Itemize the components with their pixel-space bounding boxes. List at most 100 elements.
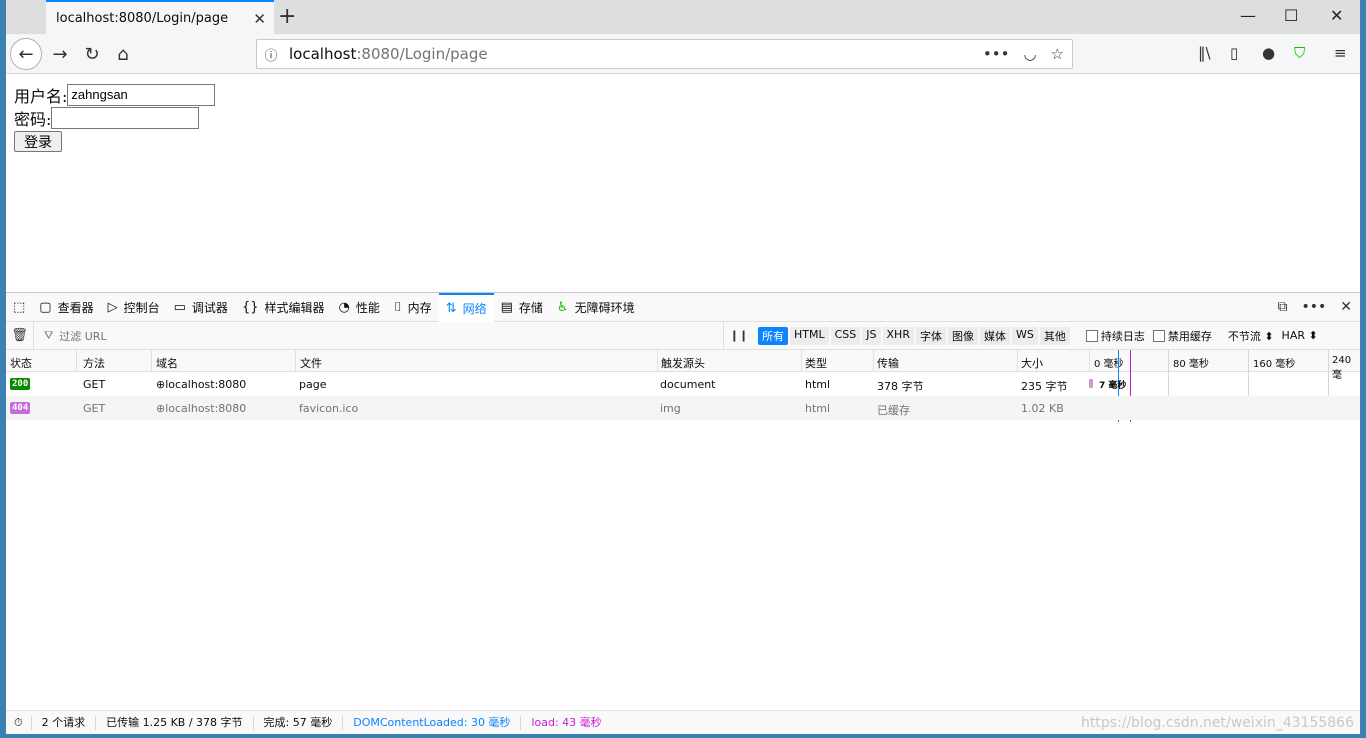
col-transferred[interactable]: 传输: [877, 355, 899, 371]
waterfall-label: 160 毫秒: [1253, 359, 1296, 370]
style-editor-icon: {}: [241, 299, 259, 315]
tab-memory[interactable]: ⌷ 内存: [387, 293, 439, 322]
network-icon: ⇅: [445, 300, 457, 316]
pause-icon[interactable]: ❙❙: [724, 329, 754, 342]
devtools-panel: ⬚ ▢ 查看器 ▷ 控制台 ▭ 调试器 {} 样式编辑器 ◔ 性能 ⌷ 内存 ⇅ 网络 ▤ 存储…: [6, 292, 1360, 734]
filter-all-button[interactable]: 所有: [758, 326, 788, 345]
browser-tab[interactable]: localhost:8080/Login/page ✕: [46, 0, 274, 34]
tab-network[interactable]: ⇅ 网络: [438, 292, 494, 322]
debugger-icon: ▭: [173, 299, 186, 315]
transferred-summary: 已传输 1.25 KB / 378 字节: [96, 715, 254, 730]
waterfall-label: 0 毫秒: [1094, 359, 1124, 370]
tab-console[interactable]: ▷ 控制台: [101, 293, 167, 322]
home-icon[interactable]: ⌂: [109, 40, 137, 68]
col-method[interactable]: 方法: [83, 355, 105, 371]
throttle-select[interactable]: 不节流 ⬍: [1228, 328, 1274, 344]
devtools-toolbar: ⬚ ▢ 查看器 ▷ 控制台 ▭ 调试器 {} 样式编辑器 ◔ 性能 ⌷ 内存 ⇅ 网络 ▤ 存储…: [6, 292, 1360, 322]
filter-js-button[interactable]: JS: [862, 326, 881, 345]
inspector-icon: ▢: [39, 299, 52, 315]
url-bar[interactable]: ⓘ localhost:8080/Login/page ••• ◡ ☆: [256, 39, 1073, 69]
filter-image-button[interactable]: 图像: [947, 326, 978, 345]
password-label: 密码:: [14, 109, 52, 129]
waterfall-label: 80 毫秒: [1173, 359, 1209, 370]
col-status[interactable]: 状态: [10, 355, 32, 371]
page-actions-icon[interactable]: •••: [983, 45, 1010, 63]
tab-performance[interactable]: ◔ 性能: [332, 293, 387, 322]
maximize-icon[interactable]: ☐: [1284, 6, 1298, 25]
col-file[interactable]: 文件: [300, 355, 322, 371]
username-row: 用户名:: [14, 83, 1352, 106]
domain-cell: ⊕localhost:8080: [156, 402, 247, 415]
type-filters: 所有 HTML CSS JS XHR 字体 图像 媒体 WS 其他: [758, 326, 1070, 345]
account-icon[interactable]: ●: [1262, 44, 1275, 62]
tab-inspector[interactable]: ▢ 查看器: [32, 293, 100, 322]
cause-cell: img: [660, 402, 681, 415]
network-toolbar: 🗑 ⛛ 过滤 URL ❙❙ 所有 HTML CSS JS XHR 字体 图像 媒…: [6, 321, 1360, 350]
filter-font-button[interactable]: 字体: [915, 326, 946, 345]
watermark-text: https://blog.csdn.net/weixin_43155866: [1080, 715, 1354, 731]
close-tab-icon[interactable]: ✕: [253, 10, 266, 28]
site-info-icon[interactable]: ⓘ: [257, 45, 285, 64]
stopwatch-icon[interactable]: ⏱: [6, 715, 32, 730]
col-type[interactable]: 类型: [805, 355, 827, 371]
filter-html-button[interactable]: HTML: [790, 326, 829, 345]
clear-trash-icon[interactable]: 🗑: [6, 321, 34, 350]
password-row: 密码:: [14, 106, 1352, 129]
filter-media-button[interactable]: 媒体: [979, 326, 1010, 345]
network-table: 状态 方法 域名 文件 触发源头 类型 传输 大小 0 毫秒 80 毫秒 160…: [6, 350, 1360, 422]
filter-icon: ⛛: [44, 328, 54, 342]
accessibility-icon: ♿: [556, 299, 569, 315]
filter-css-button[interactable]: CSS: [830, 326, 861, 345]
col-domain[interactable]: 域名: [156, 355, 178, 371]
tab-storage[interactable]: ▤ 存储: [494, 293, 550, 322]
password-input[interactable]: [51, 106, 200, 129]
username-label: 用户名:: [14, 86, 68, 106]
reload-icon[interactable]: ↻: [78, 40, 106, 68]
type-cell: html: [805, 378, 831, 391]
table-row[interactable]: 404 GET ⊕localhost:8080 favicon.ico img …: [6, 396, 1360, 420]
back-icon[interactable]: ←: [10, 38, 42, 70]
close-window-icon[interactable]: ✕: [1330, 6, 1343, 25]
size-cell: 235 字节: [1021, 380, 1068, 393]
col-size[interactable]: 大小: [1021, 355, 1043, 371]
transferred-cell: 378 字节: [877, 380, 924, 393]
extension-icon[interactable]: ⛉: [1294, 44, 1305, 62]
har-menu[interactable]: HAR ⬍: [1282, 329, 1318, 342]
more-options-icon[interactable]: •••: [1301, 299, 1326, 315]
new-tab-icon[interactable]: +: [278, 4, 296, 29]
close-devtools-icon[interactable]: ✕: [1340, 299, 1352, 315]
url-filter[interactable]: ⛛ 过滤 URL: [34, 321, 724, 350]
transferred-cell: 已缓存: [877, 404, 910, 417]
tab-debugger[interactable]: ▭ 调试器: [167, 293, 235, 322]
filter-other-button[interactable]: 其他: [1039, 326, 1070, 345]
status-badge: 200: [10, 378, 31, 390]
sidebar-icon[interactable]: ▯: [1230, 44, 1238, 62]
library-icon[interactable]: ‖\: [1198, 44, 1211, 62]
forward-icon[interactable]: →: [46, 40, 74, 68]
filter-ws-button[interactable]: WS: [1011, 326, 1038, 345]
navigation-toolbar: ← → ↻ ⌂ ⓘ localhost:8080/Login/page ••• …: [6, 34, 1360, 74]
menu-icon[interactable]: ≡: [1334, 44, 1347, 62]
tab-accessibility[interactable]: ♿ 无障碍环境: [550, 293, 642, 322]
table-row[interactable]: 200 GET ⊕localhost:8080 page document ht…: [6, 372, 1360, 396]
method-cell: GET: [83, 402, 106, 415]
file-cell: favicon.ico: [299, 402, 359, 415]
bookmark-star-icon[interactable]: ☆: [1051, 45, 1064, 63]
filter-xhr-button[interactable]: XHR: [882, 326, 914, 345]
console-icon: ▷: [107, 299, 118, 315]
disable-cache-checkbox[interactable]: 禁用缓存: [1152, 328, 1212, 344]
pocket-icon[interactable]: ◡: [1023, 45, 1036, 63]
element-picker-icon[interactable]: ⬚: [6, 293, 32, 322]
tab-title: localhost:8080/Login/page: [56, 10, 229, 26]
col-cause[interactable]: 触发源头: [661, 355, 705, 371]
persist-log-checkbox[interactable]: 持续日志: [1085, 328, 1145, 344]
window-border-bottom: [0, 734, 1366, 738]
domain-cell: ⊕localhost:8080: [156, 378, 247, 391]
tab-style-editor[interactable]: {} 样式编辑器: [235, 293, 332, 322]
filter-placeholder: 过滤 URL: [59, 329, 107, 343]
login-button[interactable]: 登录: [14, 131, 62, 152]
dock-icon[interactable]: ⧉: [1277, 299, 1287, 315]
size-cell: 1.02 KB: [1021, 402, 1064, 415]
username-input[interactable]: [67, 83, 216, 106]
minimize-icon[interactable]: —: [1240, 6, 1256, 25]
